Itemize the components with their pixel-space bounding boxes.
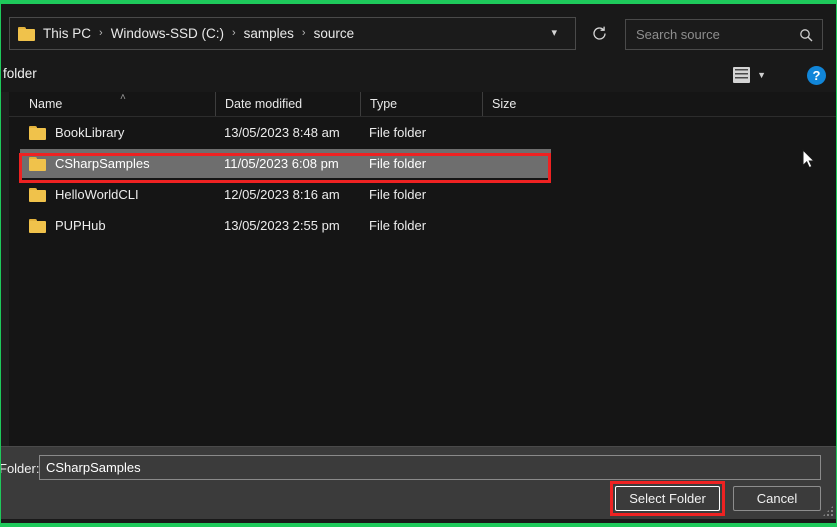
- cancel-button[interactable]: Cancel: [733, 486, 821, 511]
- command-bar-label: folder: [3, 66, 37, 81]
- breadcrumb-separator: ›: [231, 27, 236, 39]
- table-row[interactable]: BookLibrary 13/05/2023 8:48 am File folder: [9, 117, 836, 148]
- sort-ascending-icon: ˄: [120, 92, 126, 103]
- folder-icon: [29, 125, 46, 140]
- address-bar[interactable]: This PC › Windows-SSD (C:) › samples › s…: [9, 17, 576, 50]
- cell-date-modified: 11/05/2023 6:08 pm: [224, 156, 339, 171]
- search-placeholder: Search source: [636, 27, 720, 42]
- file-name-label: HelloWorldCLI: [55, 187, 139, 202]
- folder-icon: [29, 187, 46, 202]
- table-row[interactable]: PUPHub 13/05/2023 2:55 pm File folder: [9, 210, 836, 241]
- select-folder-button[interactable]: Select Folder: [615, 486, 720, 511]
- breadcrumb-separator: ›: [301, 27, 306, 39]
- cell-name: PUPHub: [29, 210, 106, 241]
- cell-date-modified: 13/05/2023 2:55 pm: [224, 218, 340, 233]
- navigation-bar: This PC › Windows-SSD (C:) › samples › s…: [1, 8, 836, 56]
- table-row[interactable]: HelloWorldCLI 12/05/2023 8:16 am File fold…: [9, 179, 836, 210]
- table-row[interactable]: CSharpSamples 11/05/2023 6:08 pm File fold…: [9, 148, 836, 179]
- cell-name: CSharpSamples: [29, 148, 150, 179]
- breadcrumb-item-samples[interactable]: samples: [243, 24, 295, 43]
- cell-name: HelloWorldCLI: [29, 179, 139, 210]
- chevron-down-icon[interactable]: ▼: [757, 70, 766, 80]
- cell-name: BookLibrary: [29, 117, 124, 148]
- column-header-size[interactable]: Size: [482, 92, 562, 116]
- cell-type: File folder: [369, 156, 427, 171]
- file-name-label: BookLibrary: [55, 125, 125, 140]
- cell-date-modified: 12/05/2023 8:16 am: [224, 187, 340, 202]
- column-header-label: Date modified: [225, 97, 303, 111]
- breadcrumb-item-windows-ssd[interactable]: Windows-SSD (C:): [110, 24, 225, 43]
- folder-icon: [29, 156, 46, 171]
- list-view-icon: [733, 67, 751, 83]
- cell-type: File folder: [369, 187, 427, 202]
- file-name-label: PUPHub: [55, 218, 106, 233]
- search-icon: [800, 28, 813, 41]
- column-header-label: Name: [29, 97, 63, 111]
- folder-field-label: Folder:: [0, 461, 40, 476]
- breadcrumb-item-source[interactable]: source: [313, 24, 356, 43]
- cell-date-modified: 13/05/2023 8:48 am: [224, 125, 340, 140]
- help-icon[interactable]: ?: [807, 66, 826, 85]
- file-rows: BookLibrary 13/05/2023 8:48 am File folder…: [9, 117, 836, 241]
- file-list[interactable]: Name ˄ Date modified Type Size BookLibrary 13…: [9, 92, 836, 455]
- breadcrumb-item-this-pc[interactable]: This PC: [42, 24, 92, 43]
- select-folder-dialog: This PC › Windows-SSD (C:) › samples › s…: [0, 0, 837, 527]
- navigation-pane: [1, 92, 9, 455]
- breadcrumb-separator: ›: [99, 27, 103, 39]
- dialog-footer: Folder: Select Folder Cancel: [0, 446, 836, 519]
- resize-grip-icon[interactable]: [822, 505, 834, 517]
- view-mode-button[interactable]: ▼: [729, 64, 770, 86]
- refresh-icon[interactable]: [579, 17, 619, 50]
- folder-name-input[interactable]: [39, 455, 821, 480]
- folder-icon: [29, 218, 46, 233]
- file-name-label: CSharpSamples: [55, 156, 150, 171]
- folder-icon: [18, 26, 35, 41]
- column-header-date-modified[interactable]: Date modified: [215, 92, 360, 116]
- column-header-label: Size: [492, 97, 517, 111]
- cell-type: File folder: [369, 125, 427, 140]
- column-header-label: Type: [370, 97, 398, 111]
- cell-type: File folder: [369, 218, 427, 233]
- help-label: ?: [812, 68, 821, 83]
- chevron-down-icon[interactable]: ▾: [545, 28, 569, 39]
- command-bar: folder ▼ ?: [1, 60, 836, 92]
- search-input[interactable]: Search source: [625, 19, 823, 50]
- column-header-type[interactable]: Type: [360, 92, 482, 116]
- column-header-row: Name ˄ Date modified Type Size: [9, 92, 836, 117]
